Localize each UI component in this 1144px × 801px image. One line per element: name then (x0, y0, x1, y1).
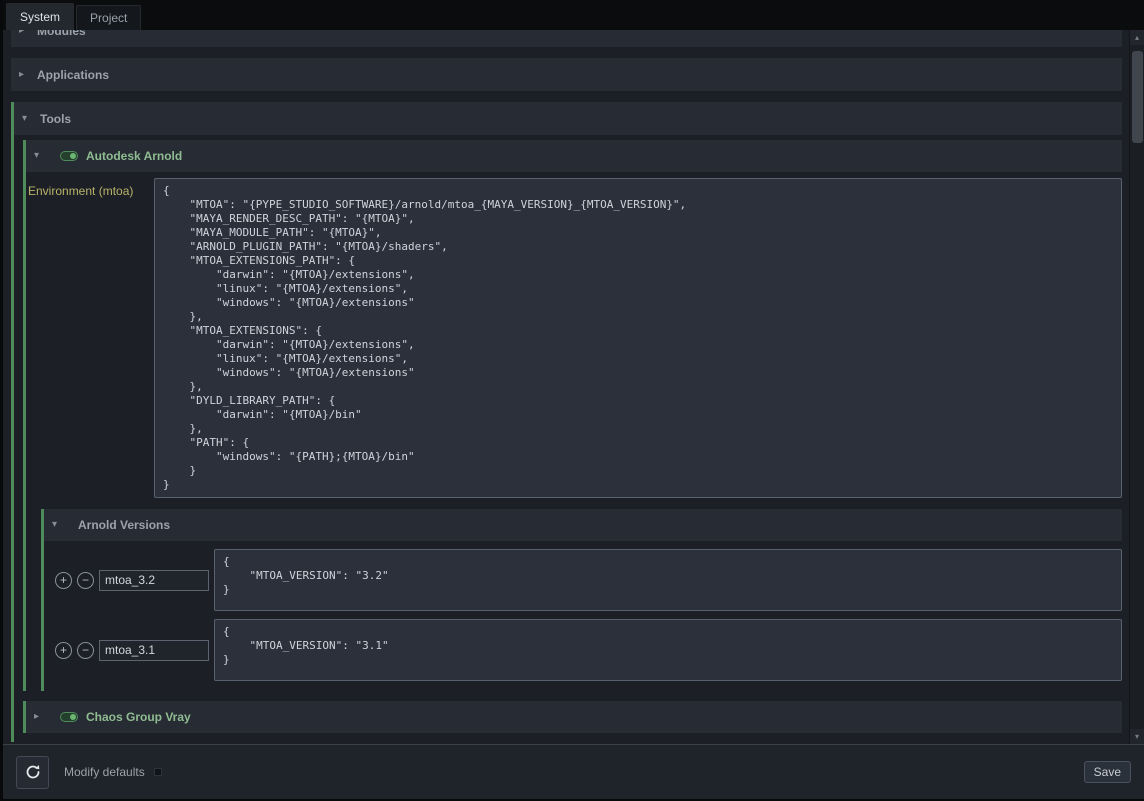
subsection-title-arnold: Autodesk Arnold (86, 149, 182, 163)
add-version-button[interactable]: + (55, 572, 72, 589)
section-title-tools: Tools (40, 112, 71, 126)
collapse-arrow-icon[interactable]: ▸ (19, 30, 37, 36)
subsection-header-vray[interactable]: ▸ Chaos Group Vray (26, 701, 1122, 733)
arnold-section-body: Environment (mtoa) { "MTOA": "{PYPE_STUD… (26, 172, 1122, 691)
version-name-input[interactable] (99, 570, 209, 591)
tools-section-body: ▾ Autodesk Arnold Environment (mtoa) { "… (14, 135, 1122, 742)
refresh-icon (24, 763, 42, 781)
modify-defaults-label: Modify defaults (64, 765, 145, 779)
section-modules: ▸ Modules (11, 30, 1122, 47)
save-button[interactable]: Save (1084, 761, 1131, 783)
settings-content: ▸ Modules ▸ Applications ▾ Tools (3, 30, 1129, 744)
section-applications: ▸ Applications (11, 58, 1122, 91)
footer-bar: Modify defaults Save (3, 744, 1144, 799)
section-header-applications[interactable]: ▸ Applications (11, 58, 1122, 91)
expand-arrow-icon[interactable]: ▾ (34, 151, 52, 161)
subsection-title-vray: Chaos Group Vray (86, 710, 191, 724)
subsection-arnold: ▾ Autodesk Arnold Environment (mtoa) { "… (23, 140, 1122, 691)
modify-defaults-checkbox[interactable] (154, 768, 162, 776)
section-header-tools[interactable]: ▾ Tools (14, 102, 1122, 135)
remove-version-button[interactable]: − (77, 572, 94, 589)
section-tools: ▾ Tools ▾ Autodesk Arnold Environment (m… (11, 102, 1122, 742)
vray-enabled-toggle[interactable] (60, 712, 78, 722)
environment-label: Environment (mtoa) (28, 178, 154, 198)
version-name-input[interactable] (99, 640, 209, 661)
subsection-vray: ▸ Chaos Group Vray (23, 701, 1122, 733)
version-json-editor[interactable]: { "MTOA_VERSION": "3.1" } (214, 619, 1122, 681)
scroll-down-arrow-icon[interactable]: ▾ (1130, 729, 1144, 744)
environment-row: Environment (mtoa) { "MTOA": "{PYPE_STUD… (28, 178, 1122, 498)
section-header-modules[interactable]: ▸ Modules (11, 30, 1122, 47)
version-json-text: { "MTOA_VERSION": "3.2" } (223, 555, 1113, 597)
scroll-up-arrow-icon[interactable]: ▴ (1130, 30, 1144, 45)
version-json-editor[interactable]: { "MTOA_VERSION": "3.2" } (214, 549, 1122, 611)
expand-arrow-icon[interactable]: ▾ (52, 520, 70, 530)
collapse-arrow-icon[interactable]: ▸ (34, 712, 52, 722)
add-version-button[interactable]: + (55, 642, 72, 659)
arnold-versions-body: + − { "MTOA_VERSION": "3.2" } + (44, 541, 1122, 691)
collapse-arrow-icon[interactable]: ▸ (19, 70, 37, 80)
section-title-modules: Modules (37, 30, 86, 38)
version-row: + − { "MTOA_VERSION": "3.1" } (55, 619, 1122, 681)
tab-system[interactable]: System (6, 3, 74, 30)
main-area: ▸ Modules ▸ Applications ▾ Tools (3, 30, 1144, 744)
arnold-env-json-text: { "MTOA": "{PYPE_STUDIO_SOFTWARE}/arnold… (163, 184, 1113, 492)
remove-version-button[interactable]: − (77, 642, 94, 659)
subsection-header-arnold-versions[interactable]: ▾ Arnold Versions (44, 509, 1122, 541)
subsection-arnold-versions: ▾ Arnold Versions + − { (41, 509, 1122, 691)
settings-window: System Project ▸ Modules ▸ Applications … (3, 0, 1144, 799)
arnold-enabled-toggle[interactable] (60, 151, 78, 161)
tab-project[interactable]: Project (76, 5, 141, 30)
scrollbar-track[interactable] (1130, 45, 1144, 729)
subsection-header-arnold[interactable]: ▾ Autodesk Arnold (26, 140, 1122, 172)
version-row: + − { "MTOA_VERSION": "3.2" } (55, 549, 1122, 611)
section-title-applications: Applications (37, 68, 109, 82)
refresh-button[interactable] (16, 756, 49, 789)
arnold-env-json-editor[interactable]: { "MTOA": "{PYPE_STUDIO_SOFTWARE}/arnold… (154, 178, 1122, 498)
vertical-scrollbar[interactable]: ▴ ▾ (1129, 30, 1144, 744)
subsection-title-arnold-versions: Arnold Versions (78, 518, 170, 532)
expand-arrow-icon[interactable]: ▾ (22, 114, 40, 124)
tab-bar: System Project (3, 0, 1144, 30)
scrollbar-thumb[interactable] (1132, 51, 1143, 143)
version-json-text: { "MTOA_VERSION": "3.1" } (223, 625, 1113, 667)
